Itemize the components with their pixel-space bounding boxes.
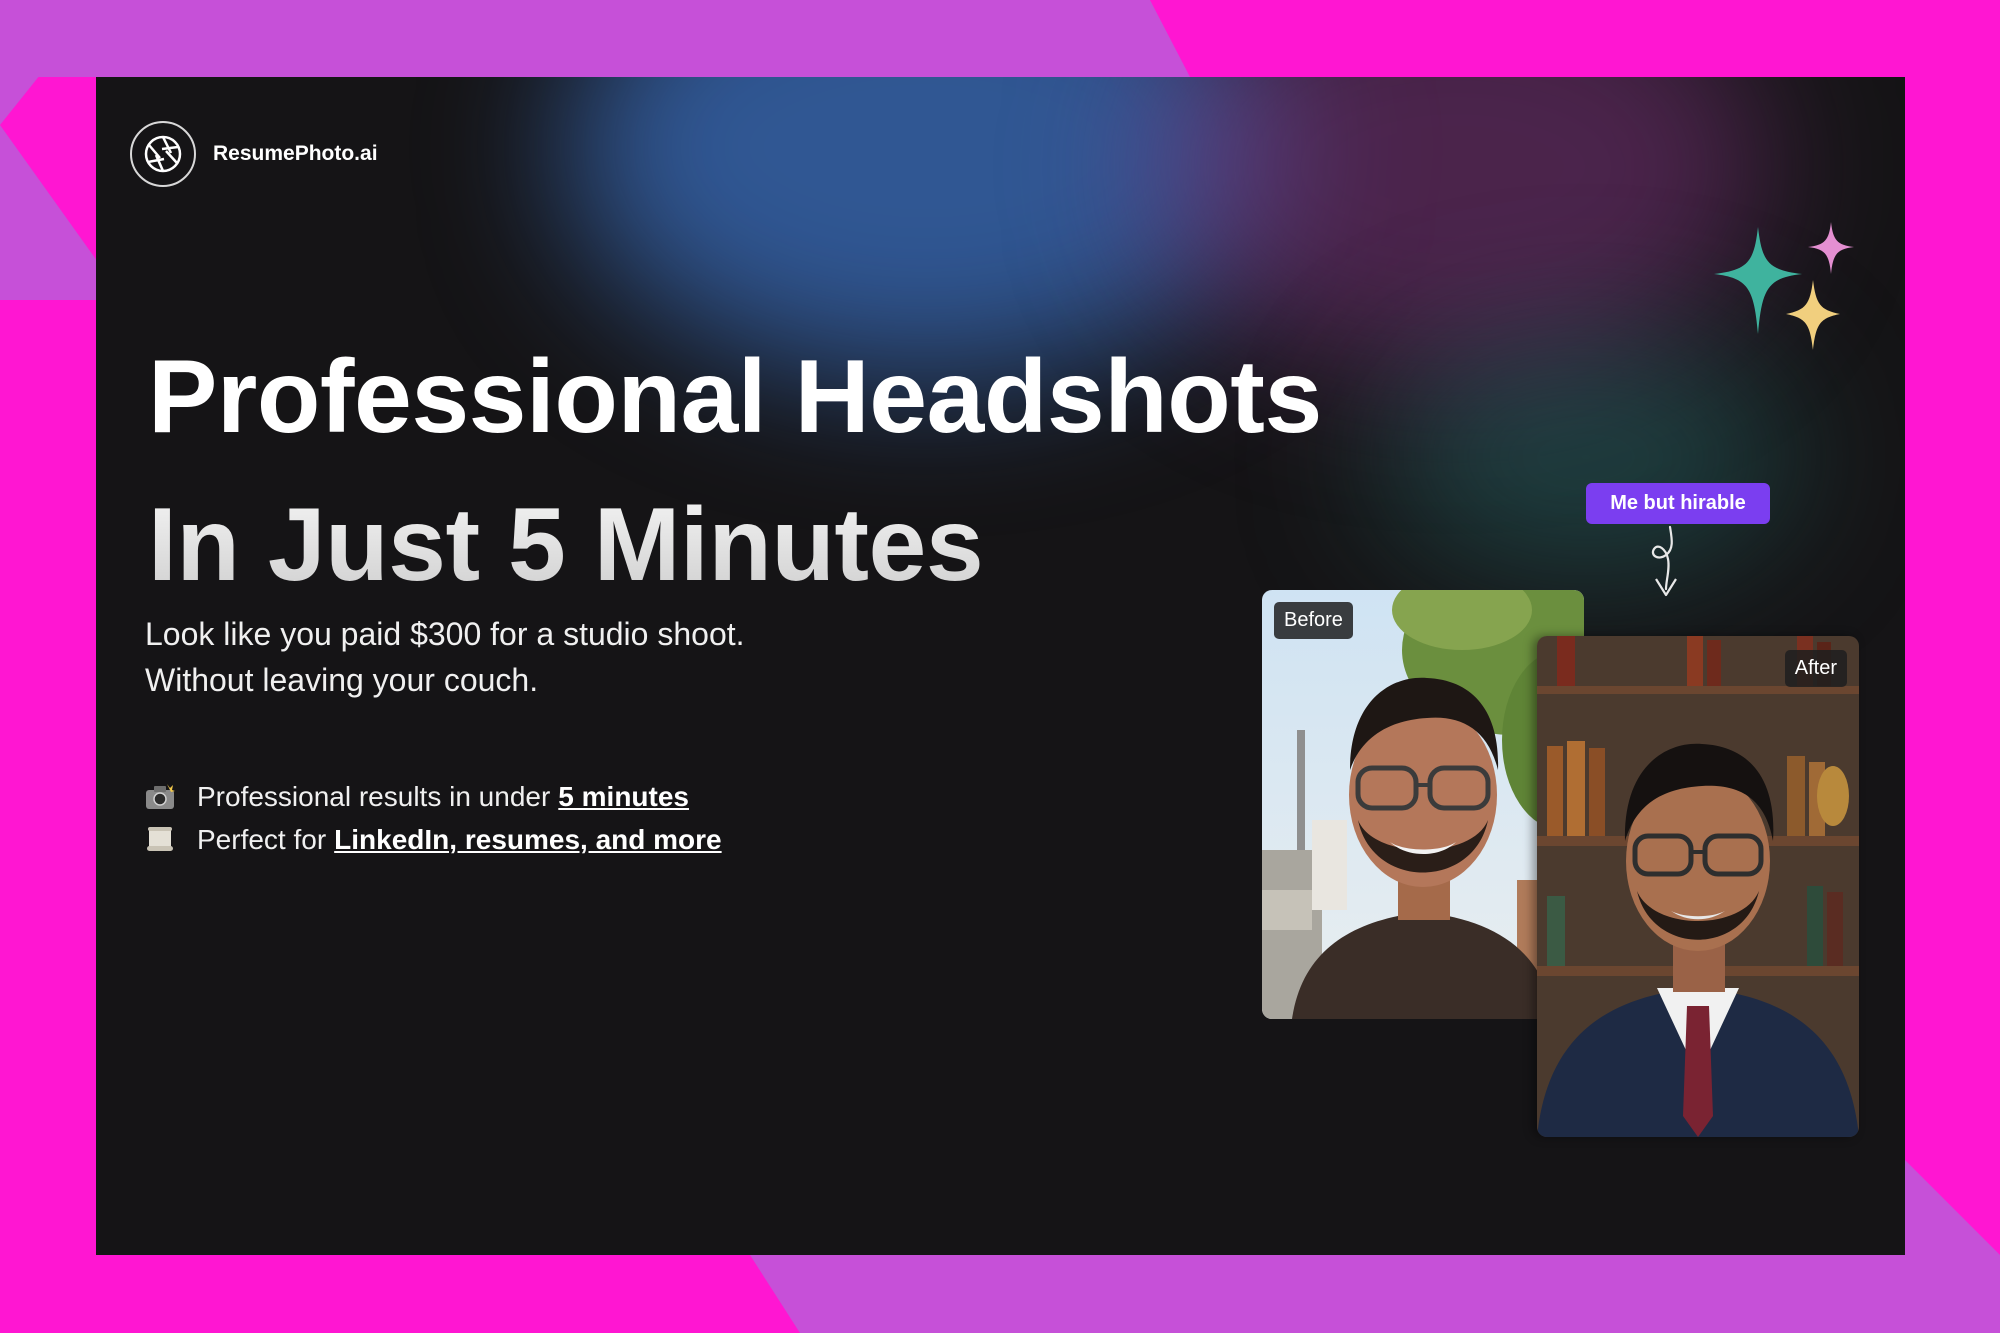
feature-link-use-cases[interactable]: LinkedIn, resumes, and more: [334, 824, 721, 856]
brand-name: ResumePhoto.ai: [213, 142, 378, 165]
feature-text: Perfect for: [197, 823, 327, 855]
before-photo: Before: [1262, 590, 1584, 1019]
subtitle-line-1: Look like you paid $300 for a studio sho…: [145, 616, 745, 652]
hero-headline: Professional Headshots In Just 5 Minutes: [148, 323, 1322, 619]
landing-page: ResumePhoto.ai Professional Headshots In…: [96, 77, 1905, 1255]
sparkles-icon: [1714, 222, 1854, 350]
headline-line-1: Professional Headshots: [148, 339, 1322, 455]
feature-item: Perfect for LinkedIn, resumes, and more: [145, 818, 722, 861]
after-photo: After: [1537, 636, 1859, 1137]
feature-item: Professional results in under 5 minutes: [145, 775, 722, 818]
feature-text: Professional results in under: [197, 780, 551, 812]
feature-list: Professional results in under 5 minutes …: [145, 775, 722, 861]
curly-arrow-icon: [1651, 525, 1677, 597]
aperture-icon: [130, 121, 196, 187]
before-label: Before: [1274, 602, 1353, 639]
backdrop-band-top: [0, 0, 1190, 77]
brand-logo[interactable]: ResumePhoto.ai: [130, 121, 378, 187]
subtitle-line-2: Without leaving your couch.: [145, 662, 539, 698]
feature-link-5-minutes[interactable]: 5 minutes: [558, 781, 689, 813]
after-label: After: [1784, 650, 1847, 687]
camera-flash-icon: [145, 782, 175, 812]
scroll-icon: [145, 825, 175, 855]
backdrop-band-bottom: [750, 1255, 2000, 1333]
backdrop-band-right: [1905, 1160, 2000, 1260]
hero-subtitle: Look like you paid $300 for a studio sho…: [145, 611, 745, 703]
headline-line-2: In Just 5 Minutes: [148, 487, 984, 603]
me-but-hirable-tag: Me but hirable: [1586, 483, 1770, 524]
